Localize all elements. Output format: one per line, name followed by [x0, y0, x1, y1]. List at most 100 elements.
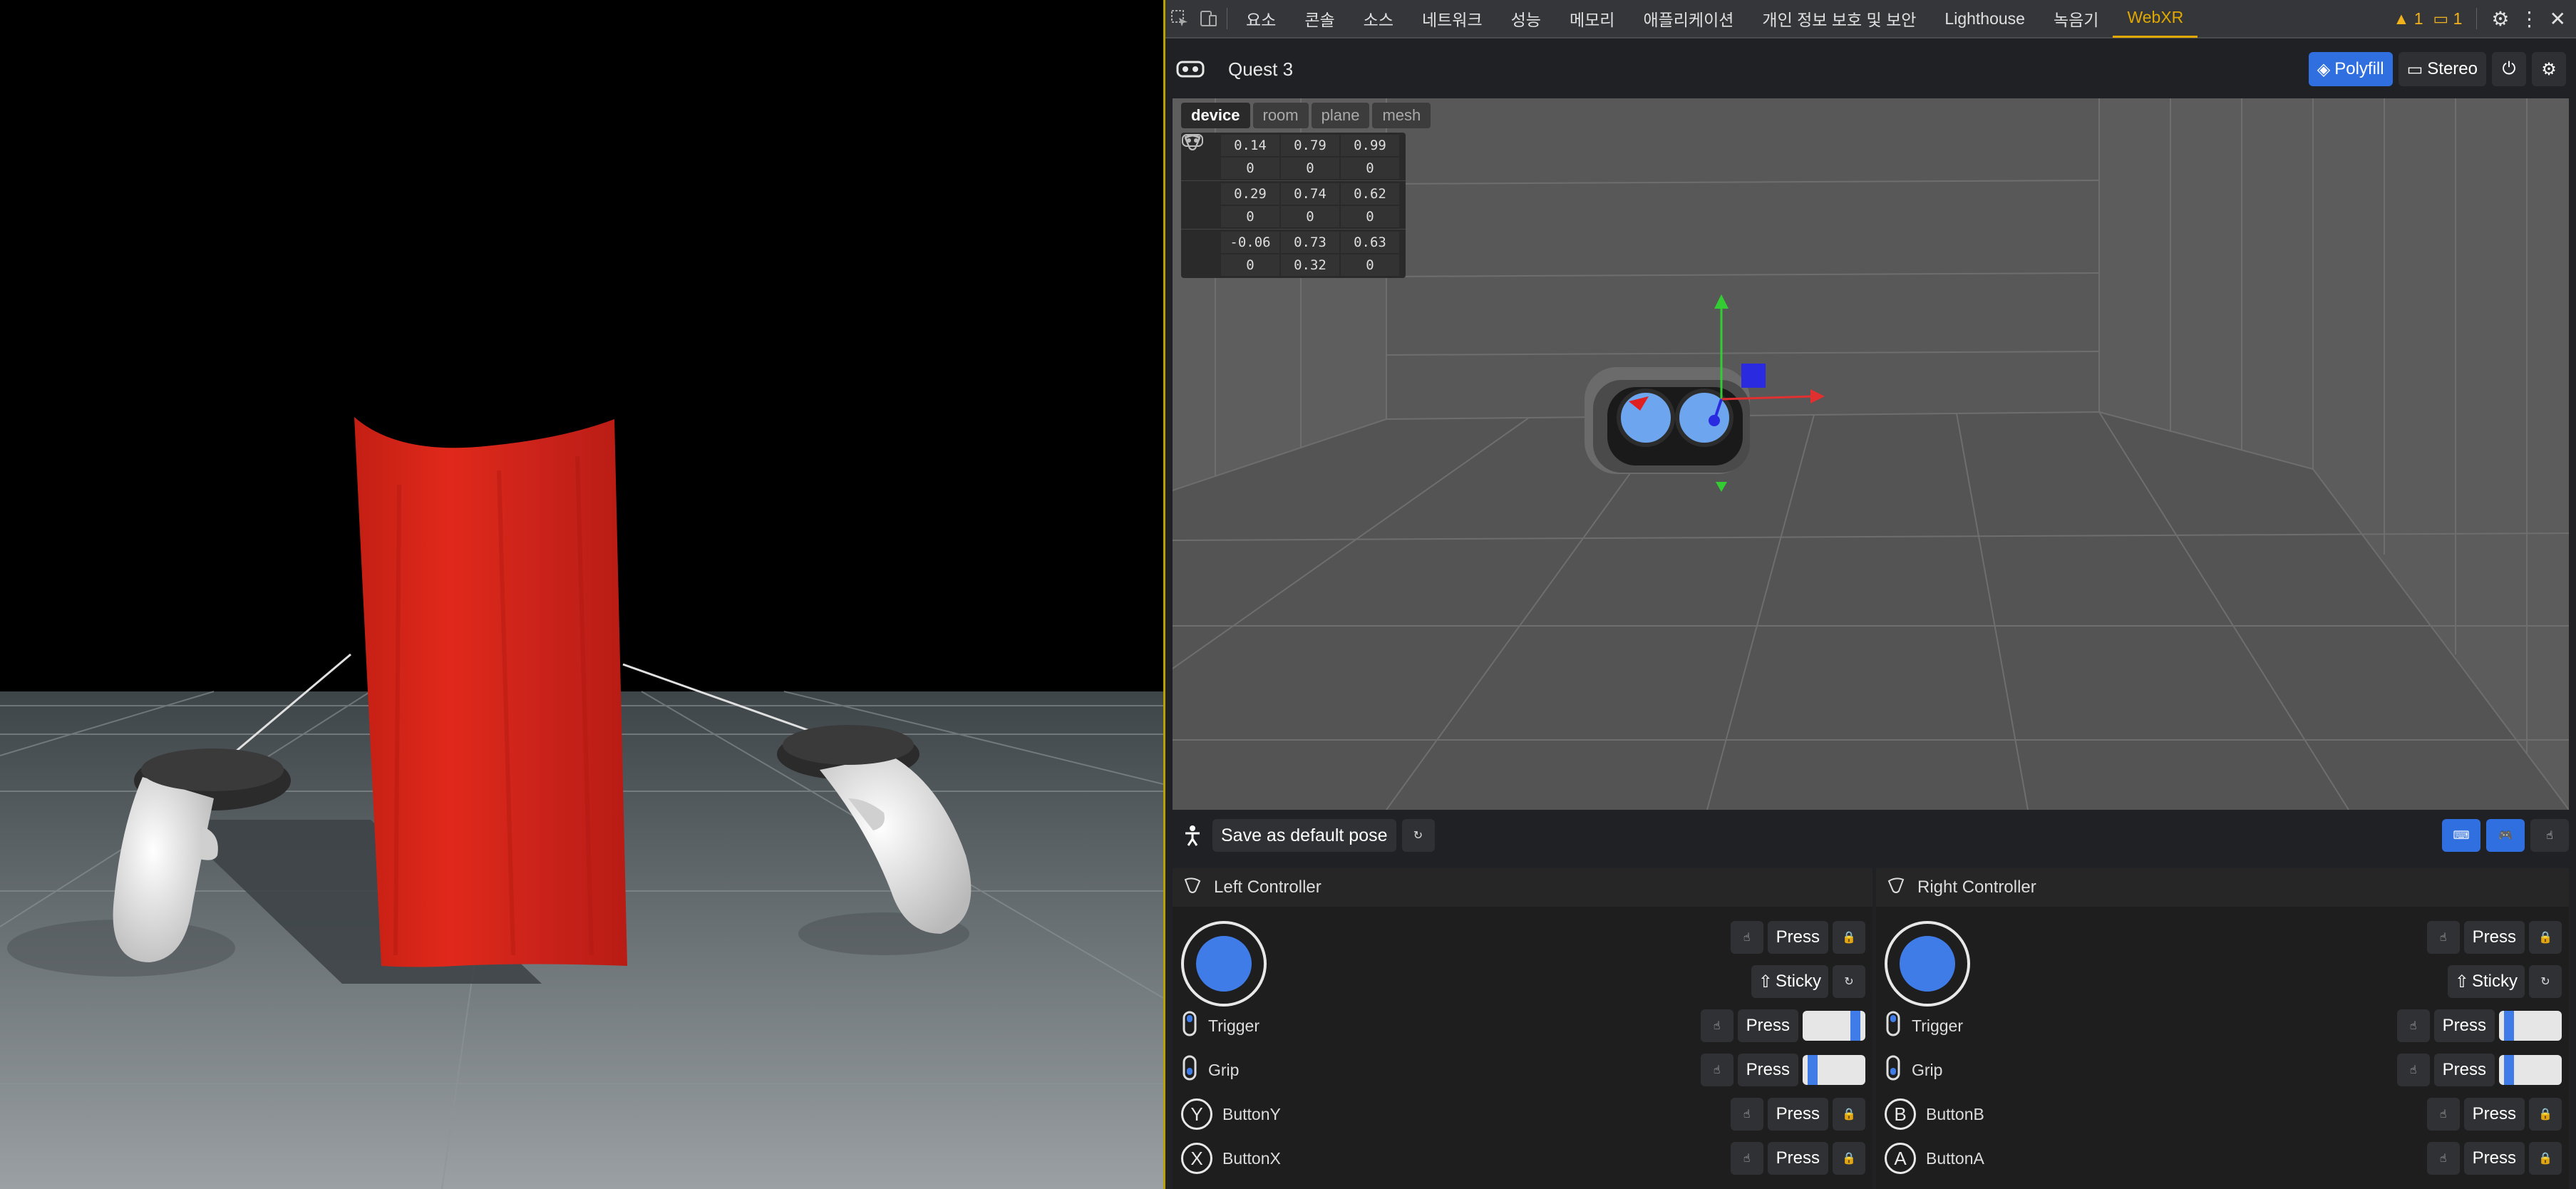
tab-application[interactable]: 애플리케이션 [1629, 0, 1748, 38]
sticky-button[interactable]: ⇧ Sticky [2447, 965, 2525, 998]
press-button[interactable]: Press [1737, 1054, 1798, 1086]
save-default-pose-button[interactable]: Save as default pose [1212, 819, 1396, 852]
hand-mode-button[interactable]: ☝ [2530, 819, 2569, 852]
settings-button[interactable]: ⚙ [2532, 52, 2566, 86]
polyfill-button[interactable]: ◈ Polyfill [2308, 52, 2393, 86]
press-button[interactable]: Press [1767, 921, 1828, 954]
pose-value[interactable]: 0.73 [1281, 232, 1339, 253]
more-menu-icon[interactable]: ⋮ [2520, 7, 2540, 31]
trigger-label: Trigger [1208, 1016, 1259, 1035]
pose-value[interactable]: 0.63 [1341, 232, 1399, 253]
pose-row-headset: 0.14 0.79 0.99 0 0 0 [1181, 133, 1406, 181]
device-select[interactable]: Quest 3 [1228, 58, 1293, 81]
settings-gear-icon[interactable]: ⚙ [2491, 7, 2509, 31]
subtab-mesh[interactable]: mesh [1372, 103, 1431, 128]
press-button[interactable]: Press [2433, 1054, 2495, 1086]
power-button[interactable]: ⏻ [2492, 52, 2526, 86]
pose-value[interactable]: 0.79 [1281, 134, 1339, 156]
pose-value[interactable]: 0.99 [1341, 134, 1399, 156]
lock-icon[interactable]: 🔒 [2529, 921, 2562, 954]
button-a-label: ButtonA [1926, 1148, 1984, 1168]
device-toolbar-icon[interactable] [1194, 0, 1222, 38]
reset-icon[interactable]: ↻ [2529, 965, 2562, 998]
lock-icon[interactable]: 🔒 [1833, 921, 1865, 954]
pose-value[interactable]: 0.32 [1281, 254, 1339, 276]
trigger-label-row: Trigger [1181, 1008, 1259, 1044]
trigger-slider[interactable] [1803, 1011, 1865, 1041]
touch-icon[interactable]: ☝ [1730, 921, 1763, 954]
button-b-label: ButtonB [1926, 1104, 1984, 1123]
touch-icon[interactable]: ☝ [2426, 1142, 2460, 1175]
touch-icon[interactable]: ☝ [2426, 921, 2460, 954]
press-button[interactable]: Press [2463, 921, 2525, 954]
grip-slider[interactable] [2499, 1055, 2562, 1085]
trigger-slider[interactable] [2499, 1011, 2562, 1041]
touch-icon[interactable]: ☝ [1700, 1009, 1733, 1042]
pose-value[interactable]: 0.74 [1281, 182, 1339, 205]
touch-icon[interactable]: ☝ [2426, 1098, 2460, 1131]
message-counter[interactable]: ▭ 1 [2433, 9, 2463, 29]
tab-console[interactable]: 콘솔 [1290, 0, 1349, 38]
pose-value[interactable]: 0 [1341, 254, 1399, 276]
lock-icon[interactable]: 🔒 [1833, 1142, 1865, 1175]
press-button[interactable]: Press [2463, 1142, 2525, 1175]
pose-value[interactable]: 0 [1341, 205, 1399, 227]
right-joystick[interactable] [1885, 921, 1970, 1007]
tab-memory[interactable]: 메모리 [1555, 0, 1629, 38]
pose-value[interactable]: 0 [1281, 157, 1339, 179]
trigger-icon [1181, 1009, 1198, 1042]
pose-value[interactable]: 0 [1221, 157, 1279, 179]
touch-icon[interactable]: ☝ [2396, 1009, 2430, 1042]
sticky-button[interactable]: ⇧ Sticky [1751, 965, 1828, 998]
device-3d-view[interactable]: device room plane mesh 0.14 0.79 0.99 0 … [1173, 98, 2569, 810]
xr-scene-viewport [0, 0, 1163, 1189]
left-joystick[interactable] [1181, 921, 1267, 1007]
lock-icon[interactable]: 🔒 [2529, 1142, 2562, 1175]
gamepad-mode-button[interactable]: 🎮 [2486, 819, 2525, 852]
reset-icon[interactable]: ↻ [1833, 965, 1865, 998]
reset-pose-button[interactable]: ↻ [1401, 819, 1435, 852]
button-x-label-row: X ButtonX [1181, 1141, 1281, 1176]
close-icon[interactable]: ✕ [2550, 7, 2566, 31]
joystick-knob[interactable] [1900, 936, 1955, 992]
pose-value[interactable]: 0 [1221, 254, 1279, 276]
layers-icon: ◈ [2317, 59, 2331, 79]
tab-performance[interactable]: 성능 [1497, 0, 1555, 38]
tab-webxr[interactable]: WebXR [2113, 0, 2198, 38]
pose-value[interactable]: 0 [1221, 205, 1279, 227]
pose-value[interactable]: 0.14 [1221, 134, 1279, 156]
tab-recorder[interactable]: 녹음기 [2039, 0, 2113, 38]
pose-value[interactable]: 0 [1281, 205, 1339, 227]
message-count: 1 [2453, 9, 2463, 28]
tab-elements[interactable]: 요소 [1232, 0, 1290, 38]
press-button[interactable]: Press [1767, 1142, 1828, 1175]
press-button[interactable]: Press [1737, 1009, 1798, 1042]
press-button[interactable]: Press [2463, 1098, 2525, 1131]
tab-privacy-security[interactable]: 개인 정보 보호 및 보안 [1748, 0, 1930, 38]
touch-icon[interactable]: ☝ [2396, 1054, 2430, 1086]
touch-icon[interactable]: ☝ [1730, 1098, 1763, 1131]
press-button[interactable]: Press [2433, 1009, 2495, 1042]
tab-network[interactable]: 네트워크 [1408, 0, 1497, 38]
stereo-button[interactable]: ▭ Stereo [2398, 52, 2486, 86]
keyboard-mode-button[interactable]: ⌨ [2442, 819, 2480, 852]
lock-icon[interactable]: 🔒 [1833, 1098, 1865, 1131]
pose-value[interactable]: -0.06 [1221, 232, 1279, 253]
subtab-plane[interactable]: plane [1311, 103, 1370, 128]
pose-value[interactable]: 0.29 [1221, 182, 1279, 205]
tab-lighthouse[interactable]: Lighthouse [1930, 0, 2039, 38]
joystick-knob[interactable] [1196, 936, 1252, 992]
press-button[interactable]: Press [1767, 1098, 1828, 1131]
subtab-room[interactable]: room [1252, 103, 1309, 128]
left-controller-title: Left Controller [1214, 877, 1322, 897]
touch-icon[interactable]: ☝ [1700, 1054, 1733, 1086]
warning-counter[interactable]: ▲ 1 [2394, 9, 2423, 29]
grip-slider[interactable] [1803, 1055, 1865, 1085]
tab-sources[interactable]: 소스 [1349, 0, 1408, 38]
subtab-device[interactable]: device [1181, 103, 1250, 128]
inspect-icon[interactable] [1165, 0, 1194, 38]
lock-icon[interactable]: 🔒 [2529, 1098, 2562, 1131]
touch-icon[interactable]: ☝ [1730, 1142, 1763, 1175]
pose-value[interactable]: 0 [1341, 157, 1399, 179]
pose-value[interactable]: 0.62 [1341, 182, 1399, 205]
